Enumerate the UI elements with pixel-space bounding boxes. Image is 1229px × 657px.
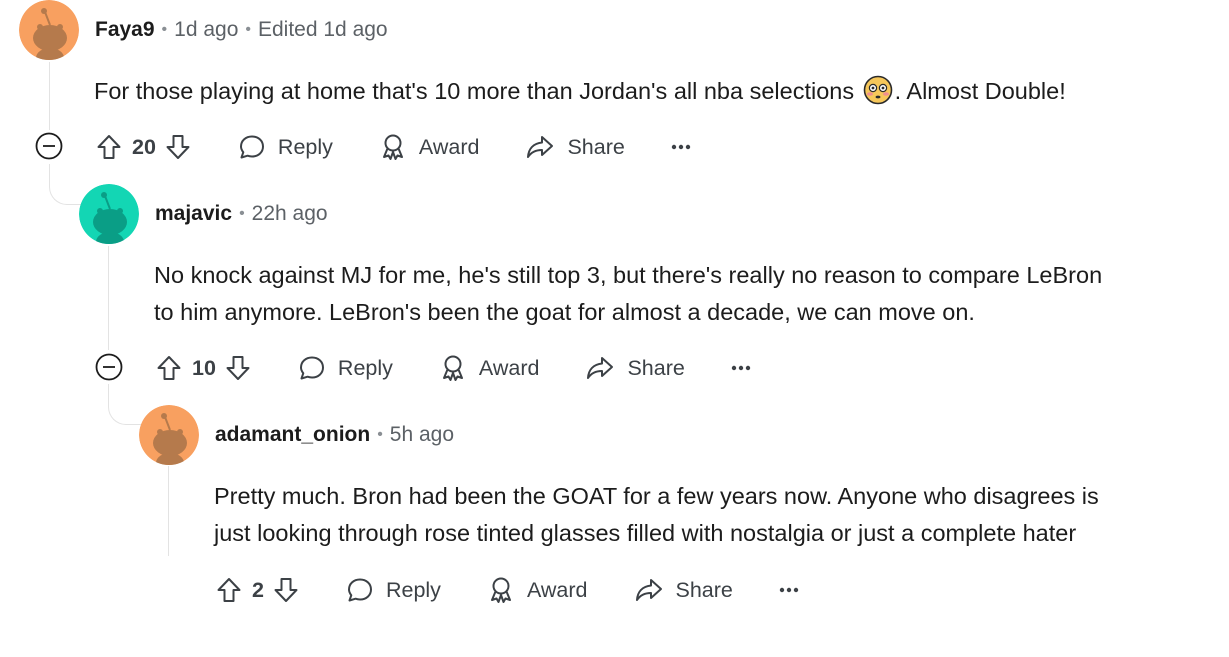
author-name[interactable]: Faya9 — [95, 18, 155, 42]
comment-text-line: Pretty much. Bron had been the GOAT for … — [214, 483, 1099, 509]
thread-line — [49, 62, 50, 130]
share-label: Share — [627, 355, 685, 380]
comment-meta: Faya9 • 1d ago • Edited 1d ago — [95, 18, 388, 42]
collapse-button[interactable] — [35, 132, 63, 160]
thread-line — [108, 246, 109, 350]
comment-actions: 10 Reply Award Share — [155, 348, 751, 388]
thread-line — [168, 466, 169, 556]
share-button[interactable]: Share — [585, 354, 685, 382]
award-icon — [382, 134, 403, 160]
collapse-button[interactable] — [95, 353, 123, 381]
share-button[interactable]: Share — [525, 133, 625, 161]
comment-age: 5h ago — [389, 423, 455, 446]
comment-text-line: No knock against MJ for me, he's still t… — [154, 262, 1103, 288]
separator-dot: • — [239, 205, 245, 222]
thread-connector — [49, 164, 84, 205]
downvote-icon[interactable] — [224, 354, 252, 382]
downvote-icon[interactable] — [164, 133, 192, 161]
comment-body: Pretty much. Bron had been the GOAT for … — [214, 478, 1099, 552]
flushed-face-icon — [863, 75, 893, 116]
more-dots-icon — [731, 365, 751, 371]
share-icon — [527, 136, 554, 158]
comment-text: For those playing at home that's 10 more… — [94, 78, 861, 104]
reply-label: Reply — [385, 577, 441, 602]
comment-text: . Almost Double! — [894, 78, 1066, 104]
comment-body: No knock against MJ for me, he's still t… — [154, 257, 1102, 331]
comment-text-line: just looking through rose tinted glasses… — [214, 520, 1077, 546]
snoo-avatar-icon — [19, 0, 79, 60]
vote-count: 10 — [192, 355, 216, 380]
more-dots-icon — [671, 144, 691, 150]
comment-text-line: to him anymore. LeBron's been the goat f… — [154, 299, 975, 325]
avatar[interactable] — [79, 184, 139, 244]
more-options-button[interactable] — [671, 144, 691, 150]
avatar[interactable] — [139, 405, 199, 465]
reply-button[interactable]: Reply — [346, 576, 441, 604]
award-label: Award — [478, 355, 540, 380]
share-icon — [587, 357, 614, 379]
vote-control: 2 — [215, 576, 300, 604]
award-icon — [442, 355, 463, 381]
share-button[interactable]: Share — [634, 576, 733, 604]
reply-button[interactable]: Reply — [298, 354, 393, 382]
edited-label: Edited 1d ago — [258, 18, 388, 41]
award-label: Award — [526, 577, 588, 602]
reply-label: Reply — [337, 355, 393, 380]
award-button[interactable]: Award — [439, 354, 540, 382]
snoo-avatar-icon — [139, 405, 199, 465]
separator-dot: • — [377, 426, 383, 443]
comment-actions: 20 Reply Award Share — [95, 127, 691, 167]
chat-bubble-icon — [299, 356, 324, 380]
award-icon — [490, 577, 511, 603]
award-button[interactable]: Award — [487, 576, 588, 604]
share-icon — [635, 579, 662, 601]
comment-age: 22h ago — [251, 202, 328, 225]
separator-dot: • — [161, 21, 168, 38]
award-label: Award — [418, 134, 480, 159]
more-dots-icon — [779, 587, 799, 593]
comment-actions: 2 Reply Award Share — [215, 570, 799, 610]
more-options-button[interactable] — [731, 365, 751, 371]
share-label: Share — [675, 577, 733, 602]
vote-control: 10 — [155, 354, 252, 382]
vote-count: 20 — [132, 134, 156, 159]
downvote-icon[interactable] — [272, 576, 300, 604]
avatar[interactable] — [19, 0, 79, 60]
comment-age: 1d ago — [174, 18, 239, 41]
comment-body: For those playing at home that's 10 more… — [94, 73, 1066, 116]
comment-meta: majavic • 22h ago — [155, 202, 328, 226]
reply-button[interactable]: Reply — [238, 133, 333, 161]
reply-label: Reply — [277, 134, 333, 159]
upvote-icon[interactable] — [95, 133, 123, 161]
chat-bubble-icon — [239, 135, 264, 159]
separator-dot: • — [245, 21, 251, 38]
comment-meta: adamant_onion • 5h ago — [215, 423, 454, 447]
collapse-icon — [35, 132, 63, 160]
vote-count: 2 — [252, 577, 264, 602]
collapse-icon — [95, 353, 123, 381]
author-name[interactable]: adamant_onion — [215, 423, 370, 447]
award-button[interactable]: Award — [379, 133, 480, 161]
more-options-button[interactable] — [779, 587, 799, 593]
upvote-icon[interactable] — [155, 354, 183, 382]
share-label: Share — [567, 134, 625, 159]
thread-connector — [108, 384, 143, 425]
upvote-icon[interactable] — [215, 576, 243, 604]
snoo-avatar-icon — [79, 184, 139, 244]
chat-bubble-icon — [347, 578, 372, 602]
vote-control: 20 — [95, 133, 192, 161]
author-name[interactable]: majavic — [155, 202, 232, 226]
